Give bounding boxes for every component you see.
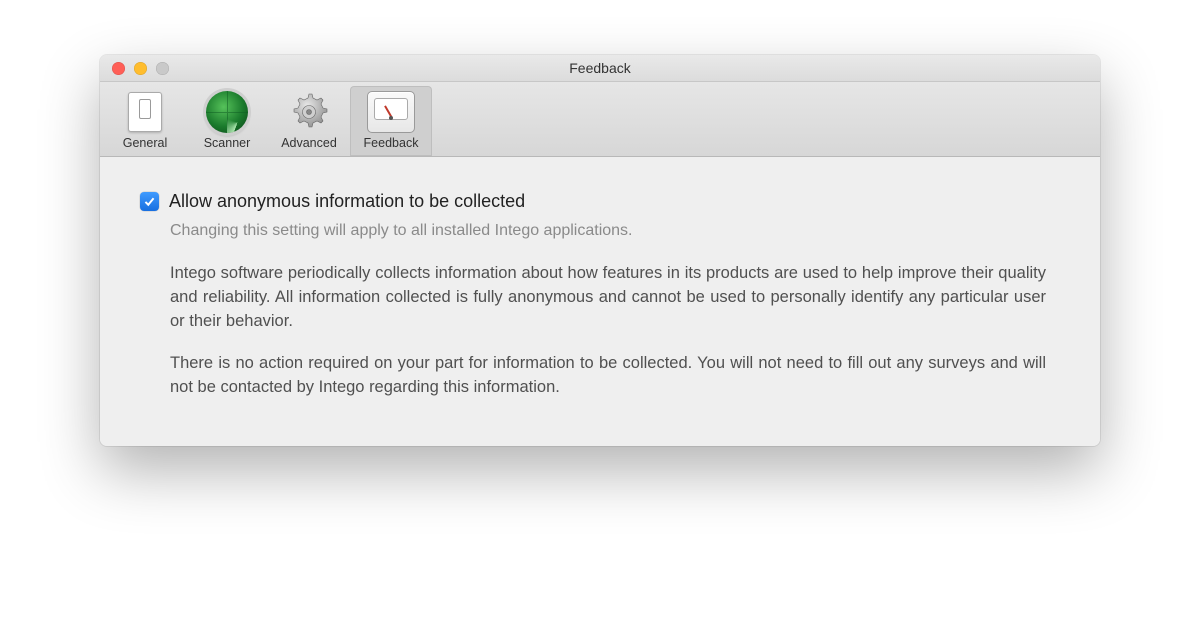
tab-general[interactable]: General — [104, 86, 186, 156]
checkmark-icon — [143, 195, 156, 208]
tab-feedback[interactable]: Feedback — [350, 86, 432, 156]
traffic-lights — [112, 62, 169, 75]
radar-icon — [206, 91, 248, 133]
tab-label: Advanced — [270, 136, 348, 150]
switch-icon — [128, 92, 162, 132]
preferences-toolbar: General Scanner — [100, 82, 1100, 157]
tab-label: Scanner — [188, 136, 266, 150]
allow-anonymous-label: Allow anonymous information to be collec… — [169, 191, 525, 212]
minimize-window-button[interactable] — [134, 62, 147, 75]
feedback-pane: Allow anonymous information to be collec… — [100, 157, 1100, 446]
description-paragraph-2: There is no action required on your part… — [170, 352, 1046, 400]
preferences-window: Feedback General Scanner — [100, 55, 1100, 446]
window-title: Feedback — [100, 60, 1100, 76]
zoom-window-button[interactable] — [156, 62, 169, 75]
tab-label: Feedback — [352, 136, 430, 150]
tab-scanner[interactable]: Scanner — [186, 86, 268, 156]
description-paragraph-1: Intego software periodically collects in… — [170, 262, 1046, 334]
feedback-description: Intego software periodically collects in… — [170, 262, 1046, 400]
gauge-icon — [367, 91, 415, 133]
allow-anonymous-checkbox[interactable] — [140, 192, 159, 211]
setting-scope-note: Changing this setting will apply to all … — [170, 222, 1046, 240]
gear-icon — [287, 90, 331, 134]
tab-advanced[interactable]: Advanced — [268, 86, 350, 156]
tab-label: General — [106, 136, 184, 150]
close-window-button[interactable] — [112, 62, 125, 75]
titlebar: Feedback — [100, 55, 1100, 82]
